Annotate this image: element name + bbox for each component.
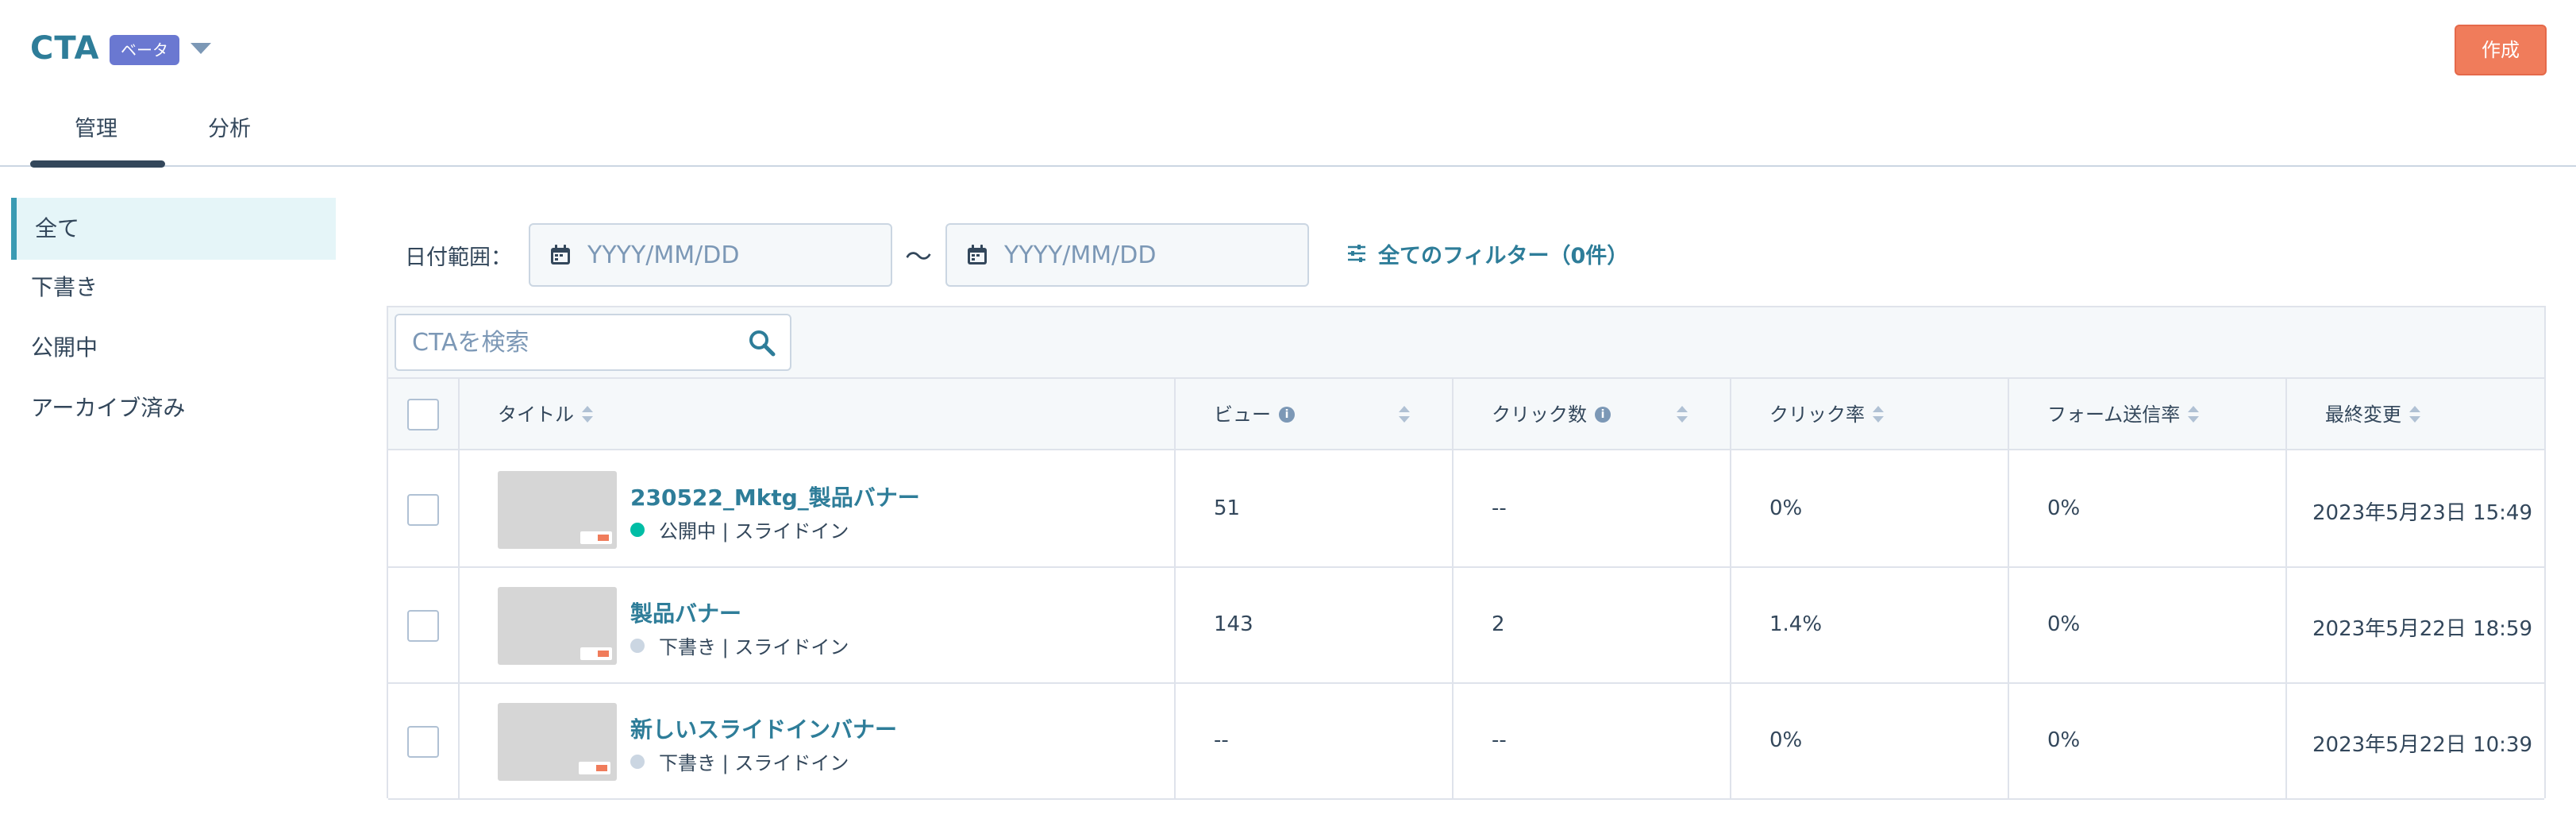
column-title-label: タイトル (498, 403, 574, 426)
sort-icon[interactable] (582, 406, 593, 423)
sidebar-item-all[interactable]: 全て (11, 198, 336, 260)
last-modified-cell: 2023年5月23日 15:49 (2312, 501, 2532, 525)
status-text: 下書き | スライドイン (659, 636, 849, 658)
sidebar-item-published[interactable]: 公開中 (11, 317, 336, 379)
cta-title-link[interactable]: 製品バナー (630, 597, 741, 628)
row-checkbox[interactable] (407, 494, 439, 526)
row-checkbox[interactable] (407, 726, 439, 758)
cta-table: タイトル ビュー i クリック数 i クリック率 フォーム送信率 最終変更 23… (387, 306, 2546, 800)
table-row: 製品バナー 下書き | スライドイン 143 2 1.4% 0% 2023年5月… (388, 568, 2544, 684)
cta-status: 下書き | スライドイン (630, 747, 849, 775)
search-icon[interactable] (747, 328, 777, 358)
column-click-rate-label: クリック率 (1769, 403, 1865, 426)
cta-status: 公開中 | スライドイン (630, 515, 849, 543)
last-modified-cell: 2023年5月22日 18:59 (2312, 617, 2532, 641)
clicks-cell: -- (1492, 728, 1507, 752)
click-rate-cell: 0% (1769, 496, 1803, 520)
cta-thumbnail[interactable] (498, 587, 617, 665)
column-header-last-modified[interactable]: 最終変更 (2325, 379, 2420, 450)
column-divider (2008, 379, 2009, 800)
tab-analyze[interactable]: 分析 (208, 111, 251, 142)
start-date-field[interactable] (529, 223, 892, 287)
create-button[interactable]: 作成 (2455, 25, 2547, 75)
end-date-input[interactable] (1004, 239, 1290, 271)
sidebar-item-draft[interactable]: 下書き (11, 257, 336, 319)
sort-icon[interactable] (1677, 406, 1688, 423)
all-filters-button[interactable]: 全てのフィルター（0件） (1346, 240, 1629, 268)
sort-icon[interactable] (2188, 406, 2200, 423)
form-rate-cell: 0% (2047, 612, 2081, 636)
clicks-cell: 2 (1492, 612, 1505, 636)
sort-icon[interactable] (1399, 406, 1410, 423)
calendar-icon (551, 245, 570, 264)
page-header: CTA ベータ 作成 管理 分析 (0, 0, 2576, 168)
table-toolbar (388, 307, 2544, 379)
column-header-views[interactable]: ビュー i (1214, 379, 1295, 450)
cta-thumbnail[interactable] (498, 703, 617, 781)
views-cell: 143 (1214, 612, 1253, 636)
sidebar-item-archived[interactable]: アーカイブ済み (11, 377, 336, 439)
clicks-cell: -- (1492, 496, 1507, 520)
views-cell: 51 (1214, 496, 1241, 520)
table-row: 230522_Mktg_製品バナー 公開中 | スライドイン 51 -- 0% … (388, 452, 2544, 568)
select-all-checkbox[interactable] (407, 399, 439, 431)
status-dot-icon (630, 754, 645, 769)
date-separator: 〜 (905, 241, 932, 273)
cta-status: 下書き | スライドイン (630, 631, 849, 659)
search-input[interactable] (412, 326, 714, 358)
column-clicks-label: クリック数 (1492, 403, 1587, 426)
sort-icon[interactable] (1873, 406, 1884, 423)
column-divider (1452, 379, 1454, 800)
column-form-rate-label: フォーム送信率 (2047, 403, 2181, 426)
cta-title-link[interactable]: 230522_Mktg_製品バナー (630, 481, 920, 512)
column-header-clicks[interactable]: クリック数 i (1492, 379, 1611, 450)
column-divider (1174, 379, 1176, 800)
form-rate-cell: 0% (2047, 728, 2081, 752)
last-modified-cell: 2023年5月22日 10:39 (2312, 733, 2532, 757)
info-icon[interactable]: i (1595, 407, 1611, 423)
chevron-down-icon[interactable] (191, 43, 211, 54)
tab-manage[interactable]: 管理 (75, 111, 117, 142)
sort-icon[interactable] (2409, 406, 2420, 423)
beta-badge: ベータ (110, 35, 179, 65)
table-header: タイトル ビュー i クリック数 i クリック率 フォーム送信率 最終変更 (388, 379, 2544, 450)
column-header-form-rate[interactable]: フォーム送信率 (2047, 379, 2200, 450)
page-title: CTA (30, 30, 100, 67)
cta-thumbnail[interactable] (498, 471, 617, 549)
column-divider (458, 379, 460, 800)
calendar-icon (968, 245, 987, 264)
filter-sliders-icon (1348, 245, 1365, 262)
all-filters-label: 全てのフィルター（0件） (1378, 243, 1629, 268)
search-box[interactable] (395, 314, 791, 371)
status-dot-icon (630, 638, 645, 653)
column-header-click-rate[interactable]: クリック率 (1769, 379, 1884, 450)
status-text: 下書き | スライドイン (659, 752, 849, 774)
end-date-field[interactable] (945, 223, 1309, 287)
column-last-modified-label: 最終変更 (2325, 403, 2401, 426)
cta-title-link[interactable]: 新しいスライドインバナー (630, 712, 897, 744)
column-divider (1730, 379, 1731, 800)
column-header-title[interactable]: タイトル (498, 379, 593, 450)
status-dot-icon (630, 522, 645, 537)
column-views-label: ビュー (1214, 403, 1271, 426)
table-row: 新しいスライドインバナー 下書き | スライドイン -- -- 0% 0% 20… (388, 684, 2544, 800)
views-cell: -- (1214, 728, 1229, 752)
form-rate-cell: 0% (2047, 496, 2081, 520)
click-rate-cell: 0% (1769, 728, 1803, 752)
column-divider (2285, 379, 2287, 800)
click-rate-cell: 1.4% (1769, 612, 1823, 636)
info-icon[interactable]: i (1279, 407, 1295, 423)
start-date-input[interactable] (587, 239, 873, 271)
date-range-label: 日付範囲： (405, 245, 512, 270)
active-tab-indicator (30, 160, 165, 168)
status-text: 公開中 | スライドイン (659, 520, 849, 542)
row-checkbox[interactable] (407, 610, 439, 642)
